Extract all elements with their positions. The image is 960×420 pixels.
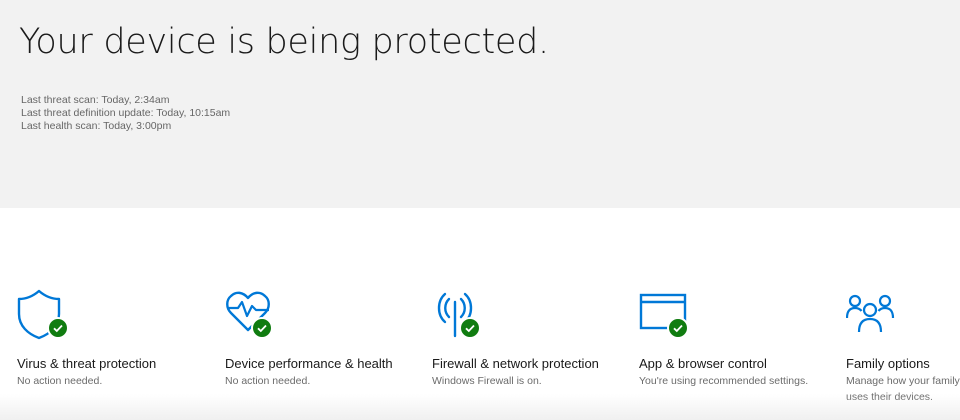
family-icon <box>846 288 906 344</box>
antenna-icon <box>432 288 492 344</box>
tile-status: No action needed. <box>225 375 311 387</box>
tile-title: Virus & threat protection <box>17 356 157 371</box>
status-ok-icon <box>251 317 273 339</box>
tile-firewall-network-protection[interactable]: Firewall & network protection Windows Fi… <box>432 288 612 389</box>
tile-title: Device performance & health <box>225 356 393 371</box>
tile-status: No action needed. <box>17 375 103 387</box>
status-ok-icon <box>667 317 689 339</box>
browser-window-icon <box>639 288 699 344</box>
status-ok-icon <box>459 317 481 339</box>
page-title: Your device is being protected. <box>19 22 549 62</box>
shield-icon <box>17 288 77 344</box>
last-health-scan: Last health scan: Today, 3:00pm <box>21 120 172 132</box>
tile-device-performance-health[interactable]: Device performance & health No action ne… <box>225 288 405 389</box>
bottom-fade <box>0 394 960 420</box>
last-definition-update: Last threat definition update: Today, 10… <box>21 107 231 119</box>
last-threat-scan: Last threat scan: Today, 2:34am <box>21 94 170 106</box>
heart-pulse-icon <box>225 288 285 344</box>
tile-title: Family options <box>846 356 930 371</box>
scan-info: Last threat scan: Today, 2:34am Last thr… <box>21 94 230 133</box>
tile-virus-threat-protection[interactable]: Virus & threat protection No action need… <box>17 288 197 389</box>
status-header: Your device is being protected. Last thr… <box>0 0 960 208</box>
tile-status: Manage how your family uses their device… <box>846 375 960 403</box>
tile-app-browser-control[interactable]: App & browser control You're using recom… <box>639 288 819 389</box>
tile-status: You're using recommended settings. <box>639 375 809 387</box>
tile-title: Firewall & network protection <box>432 356 599 371</box>
tile-title: App & browser control <box>639 356 767 371</box>
tile-family-options[interactable]: Family options Manage how your family us… <box>846 288 960 405</box>
status-ok-icon <box>47 317 69 339</box>
tile-status: Windows Firewall is on. <box>432 375 542 387</box>
